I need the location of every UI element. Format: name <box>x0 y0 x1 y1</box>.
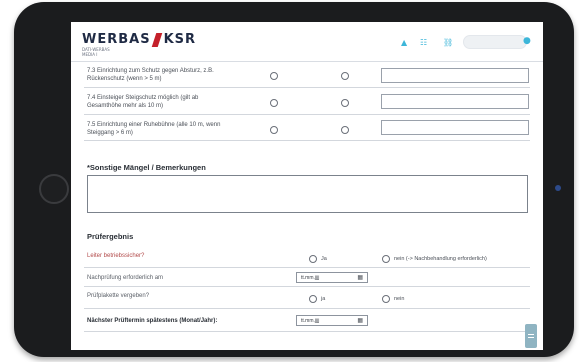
radio-yes[interactable] <box>270 126 278 134</box>
app-screen: WERBAS KSR DATI-WERBAS MEDIA I ▲ ☷ ⛓ ● 7… <box>71 22 543 350</box>
radio-safe-yes[interactable] <box>309 255 317 263</box>
tablet-frame: WERBAS KSR DATI-WERBAS MEDIA I ▲ ☷ ⛓ ● 7… <box>14 2 574 357</box>
logo-left: WERBAS <box>82 32 151 47</box>
safe-no-label: nein (-> Nachbehandlung erforderlich) <box>394 256 487 262</box>
calendar-icon[interactable]: ▦ <box>357 274 363 281</box>
grid-icon[interactable]: ☷ <box>420 38 427 47</box>
radio-yes[interactable] <box>270 99 278 107</box>
recheck-date-input[interactable]: tt.mm.jjjj ▦ <box>296 272 368 283</box>
checklist-row: 7.3 Einrichtung zum Schutz gegen Absturz… <box>84 63 530 88</box>
logo[interactable]: WERBAS KSR DATI-WERBAS MEDIA I <box>82 32 196 57</box>
remarks-title: *Sonstige Mängel / Bemerkungen <box>87 163 206 172</box>
checklist-row: 7.4 Einsteiger Steigschutz möglich (gilt… <box>84 88 530 115</box>
comment-input[interactable] <box>381 68 529 83</box>
safe-label: Leiter betriebssicher? <box>87 253 145 259</box>
result-title: Prüfergebnis <box>87 232 134 241</box>
question-text: 7.3 Einrichtung zum Schutz gegen Absturz… <box>87 68 214 82</box>
link-icon[interactable]: ⛓ <box>443 38 453 47</box>
result-row-safe: Leiter betriebssicher? Ja nein (-> Nachb… <box>84 245 530 268</box>
logo-right: KSR <box>163 32 197 47</box>
logo-slash-icon <box>151 32 162 47</box>
radio-yes[interactable] <box>270 72 278 80</box>
radio-safe-no[interactable] <box>382 255 390 263</box>
home-button[interactable] <box>39 174 69 204</box>
safe-yes-label: Ja <box>321 256 327 262</box>
camera-icon <box>555 185 561 191</box>
result-row-next-date: Nächster Prüftermin spätestens (Monat/Ja… <box>84 309 530 332</box>
search-input[interactable] <box>463 35 527 49</box>
app-header: WERBAS KSR DATI-WERBAS MEDIA I ▲ ☷ ⛓ ● <box>71 22 543 62</box>
scroll-top-button[interactable] <box>525 324 537 348</box>
logo-subtitle-2: MEDIA I <box>82 52 98 57</box>
radio-no[interactable] <box>341 99 349 107</box>
comment-input[interactable] <box>381 120 529 135</box>
next-date-input[interactable]: tt.mm.jjjj ▦ <box>296 315 368 326</box>
user-icon[interactable]: ● <box>523 36 531 46</box>
recheck-label: Nachprüfung erforderlich am <box>87 275 164 281</box>
remarks-textarea[interactable] <box>87 175 528 213</box>
comment-input[interactable] <box>381 94 529 109</box>
radio-no[interactable] <box>341 72 349 80</box>
question-text: 7.4 Einsteiger Steigschutz möglich (gilt… <box>87 95 199 109</box>
question-text: 7.5 Einrichtung einer Ruhebühne (alle 10… <box>87 122 221 136</box>
menu-icon <box>528 334 534 338</box>
sticker-yes-label: ja <box>321 296 326 302</box>
sticker-no-label: nein <box>394 296 405 302</box>
next-date-label: Nächster Prüftermin spätestens (Monat/Ja… <box>87 318 218 324</box>
sticker-label: Prüfplakette vergeben? <box>87 293 150 299</box>
bell-icon[interactable]: ▲ <box>401 38 407 47</box>
result-row-sticker: Prüfplakette vergeben? ja nein <box>84 287 530 309</box>
radio-no[interactable] <box>341 126 349 134</box>
calendar-icon[interactable]: ▦ <box>357 317 363 324</box>
result-row-recheck: Nachprüfung erforderlich am tt.mm.jjjj ▦ <box>84 268 530 287</box>
radio-sticker-no[interactable] <box>382 295 390 303</box>
checklist-row: 7.5 Einrichtung einer Ruhebühne (alle 10… <box>84 115 530 141</box>
radio-sticker-yes[interactable] <box>309 295 317 303</box>
